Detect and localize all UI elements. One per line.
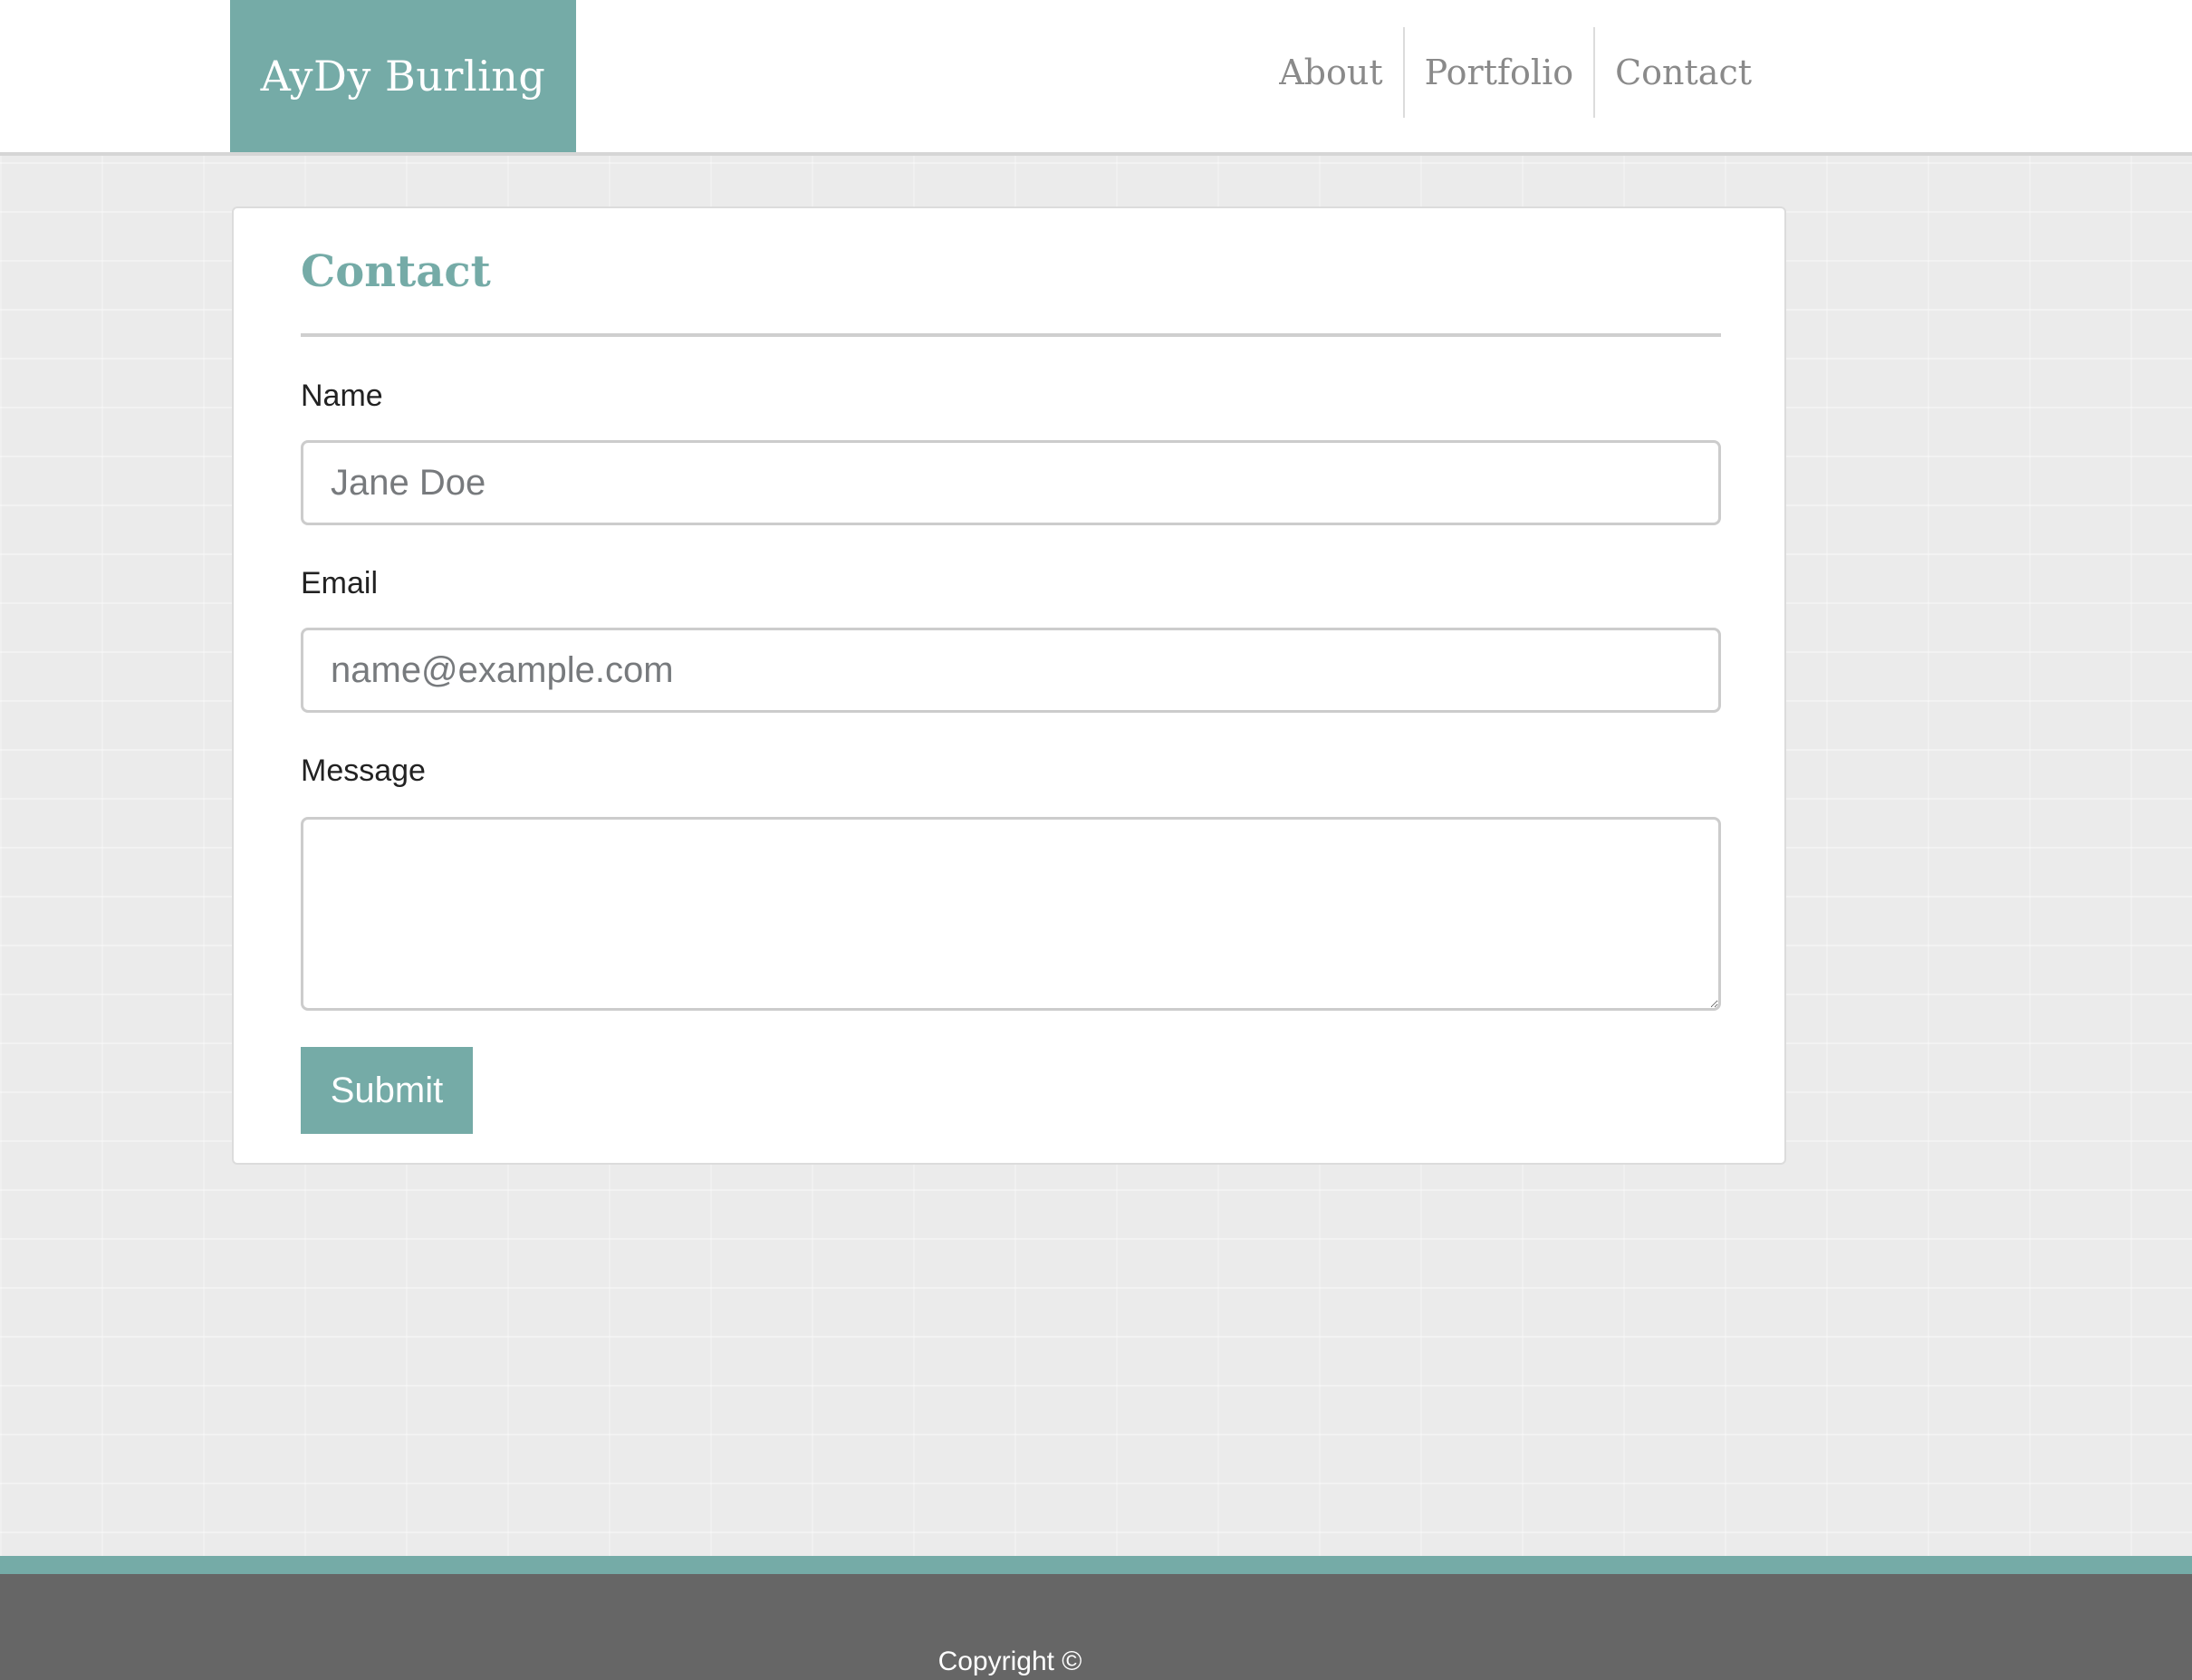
message-textarea[interactable] bbox=[301, 817, 1721, 1011]
nav-item-contact[interactable]: Contact bbox=[1593, 27, 1772, 118]
message-label: Message bbox=[301, 754, 426, 788]
contact-card: Contact Name Email Message Submit bbox=[232, 206, 1786, 1165]
email-input[interactable] bbox=[301, 628, 1721, 713]
brand-logo[interactable]: AyDy Burling bbox=[230, 0, 576, 152]
title-divider bbox=[301, 333, 1721, 337]
nav-item-about[interactable]: About bbox=[1259, 27, 1402, 118]
name-label: Name bbox=[301, 379, 383, 413]
page-title: Contact bbox=[301, 246, 491, 297]
name-input[interactable] bbox=[301, 440, 1721, 525]
site-header: AyDy Burling About Portfolio Contact bbox=[0, 0, 2192, 156]
brand-name: AyDy Burling bbox=[260, 52, 546, 101]
email-label: Email bbox=[301, 566, 379, 600]
submit-button[interactable]: Submit bbox=[301, 1047, 473, 1134]
copyright-text: Copyright © bbox=[937, 1646, 1082, 1676]
site-footer: Copyright © bbox=[0, 1574, 2192, 1680]
footer-accent-bar bbox=[0, 1556, 2192, 1574]
nav-item-portfolio[interactable]: Portfolio bbox=[1402, 27, 1593, 118]
main-nav: About Portfolio Contact bbox=[1259, 27, 1772, 118]
